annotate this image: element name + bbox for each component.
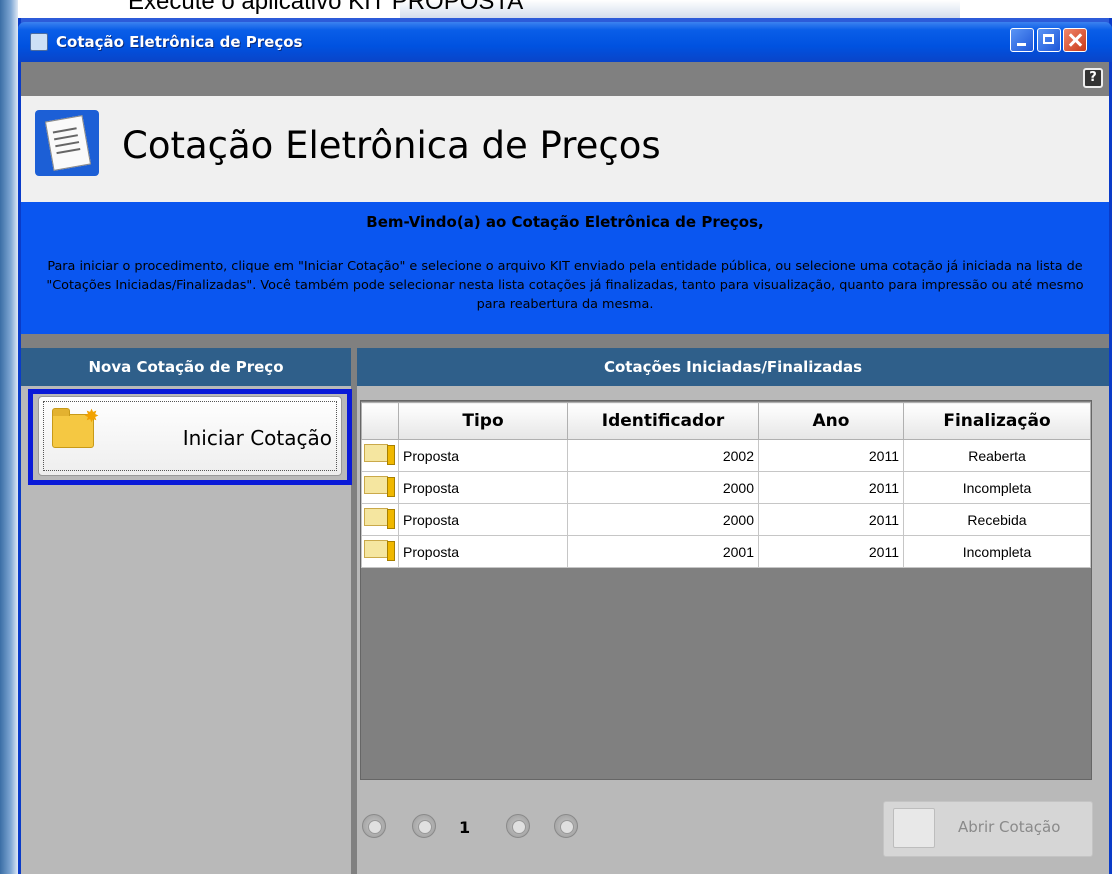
window-icon[interactable] <box>30 33 48 51</box>
cell-tipo: Proposta <box>398 439 568 472</box>
cell-finalizacao: Recebida <box>903 503 1091 536</box>
column-header-ano[interactable]: Ano <box>758 402 904 440</box>
help-icon[interactable]: ? <box>1083 68 1103 88</box>
table-header-row: Tipo Identificador Ano Finalização <box>361 402 1091 440</box>
open-folder-icon <box>893 808 935 848</box>
cell-ano: 2011 <box>758 471 904 504</box>
desktop-strip <box>0 0 18 874</box>
cell-tipo: Proposta <box>398 471 568 504</box>
column-header-tipo[interactable]: Tipo <box>398 402 568 440</box>
proposal-row-icon <box>361 503 399 536</box>
start-quote-label[interactable]: Iniciar Cotação <box>150 426 332 450</box>
background-caption: Execute o aplicativo KIT PROPOSTA <box>128 0 524 15</box>
cell-ano: 2011 <box>758 535 904 568</box>
page-title: Cotação Eletrônica de Preços <box>122 124 661 167</box>
column-header-finalizacao[interactable]: Finalização <box>903 402 1091 440</box>
proposal-row-icon <box>361 471 399 504</box>
cell-tipo: Proposta <box>398 535 568 568</box>
close-icon[interactable] <box>1063 28 1087 52</box>
cell-ano: 2011 <box>758 503 904 536</box>
open-quote-label[interactable]: Abrir Cotação <box>958 818 1060 836</box>
table-row[interactable]: Proposta 2000 2011 Incompleta <box>361 471 1091 504</box>
new-quote-heading: Nova Cotação de Preço <box>21 348 351 386</box>
top-strip <box>21 62 1109 96</box>
cell-tipo: Proposta <box>398 503 568 536</box>
table-row[interactable]: Proposta 2001 2011 Incompleta <box>361 535 1091 568</box>
quotes-table: Tipo Identificador Ano Finalização Propo… <box>361 402 1091 568</box>
last-page-icon[interactable] <box>554 814 578 838</box>
cell-ano: 2011 <box>758 439 904 472</box>
page-number: 1 <box>459 818 471 837</box>
previous-page-icon[interactable] <box>412 814 436 838</box>
cell-identificador: 2000 <box>567 471 759 504</box>
next-page-icon[interactable] <box>506 814 530 838</box>
cell-identificador: 2000 <box>567 503 759 536</box>
maximize-icon[interactable] <box>1037 28 1061 52</box>
cell-finalizacao: Reaberta <box>903 439 1091 472</box>
quotes-list-heading: Cotações Iniciadas/Finalizadas <box>357 348 1109 386</box>
window-title: Cotação Eletrônica de Preços <box>56 33 303 51</box>
table-row[interactable]: Proposta 2000 2011 Recebida <box>361 503 1091 536</box>
document-icon <box>35 110 99 176</box>
welcome-text: Bem-Vindo(a) ao Cotação Eletrônica de Pr… <box>366 213 764 231</box>
proposal-row-icon <box>361 439 399 472</box>
minimize-icon[interactable] <box>1010 28 1034 52</box>
column-header-identificador[interactable]: Identificador <box>567 402 759 440</box>
sparkle-icon: ✸ <box>84 406 100 427</box>
cell-finalizacao: Incompleta <box>903 471 1091 504</box>
cell-identificador: 2001 <box>567 535 759 568</box>
cell-finalizacao: Incompleta <box>903 535 1091 568</box>
table-row[interactable]: Proposta 2002 2011 Reaberta <box>361 439 1091 472</box>
icon-column-header <box>361 402 399 440</box>
proposal-row-icon <box>361 535 399 568</box>
intro-text: Para iniciar o procedimento, clique em "… <box>46 259 1084 312</box>
first-page-icon[interactable] <box>362 814 386 838</box>
cell-identificador: 2002 <box>567 439 759 472</box>
